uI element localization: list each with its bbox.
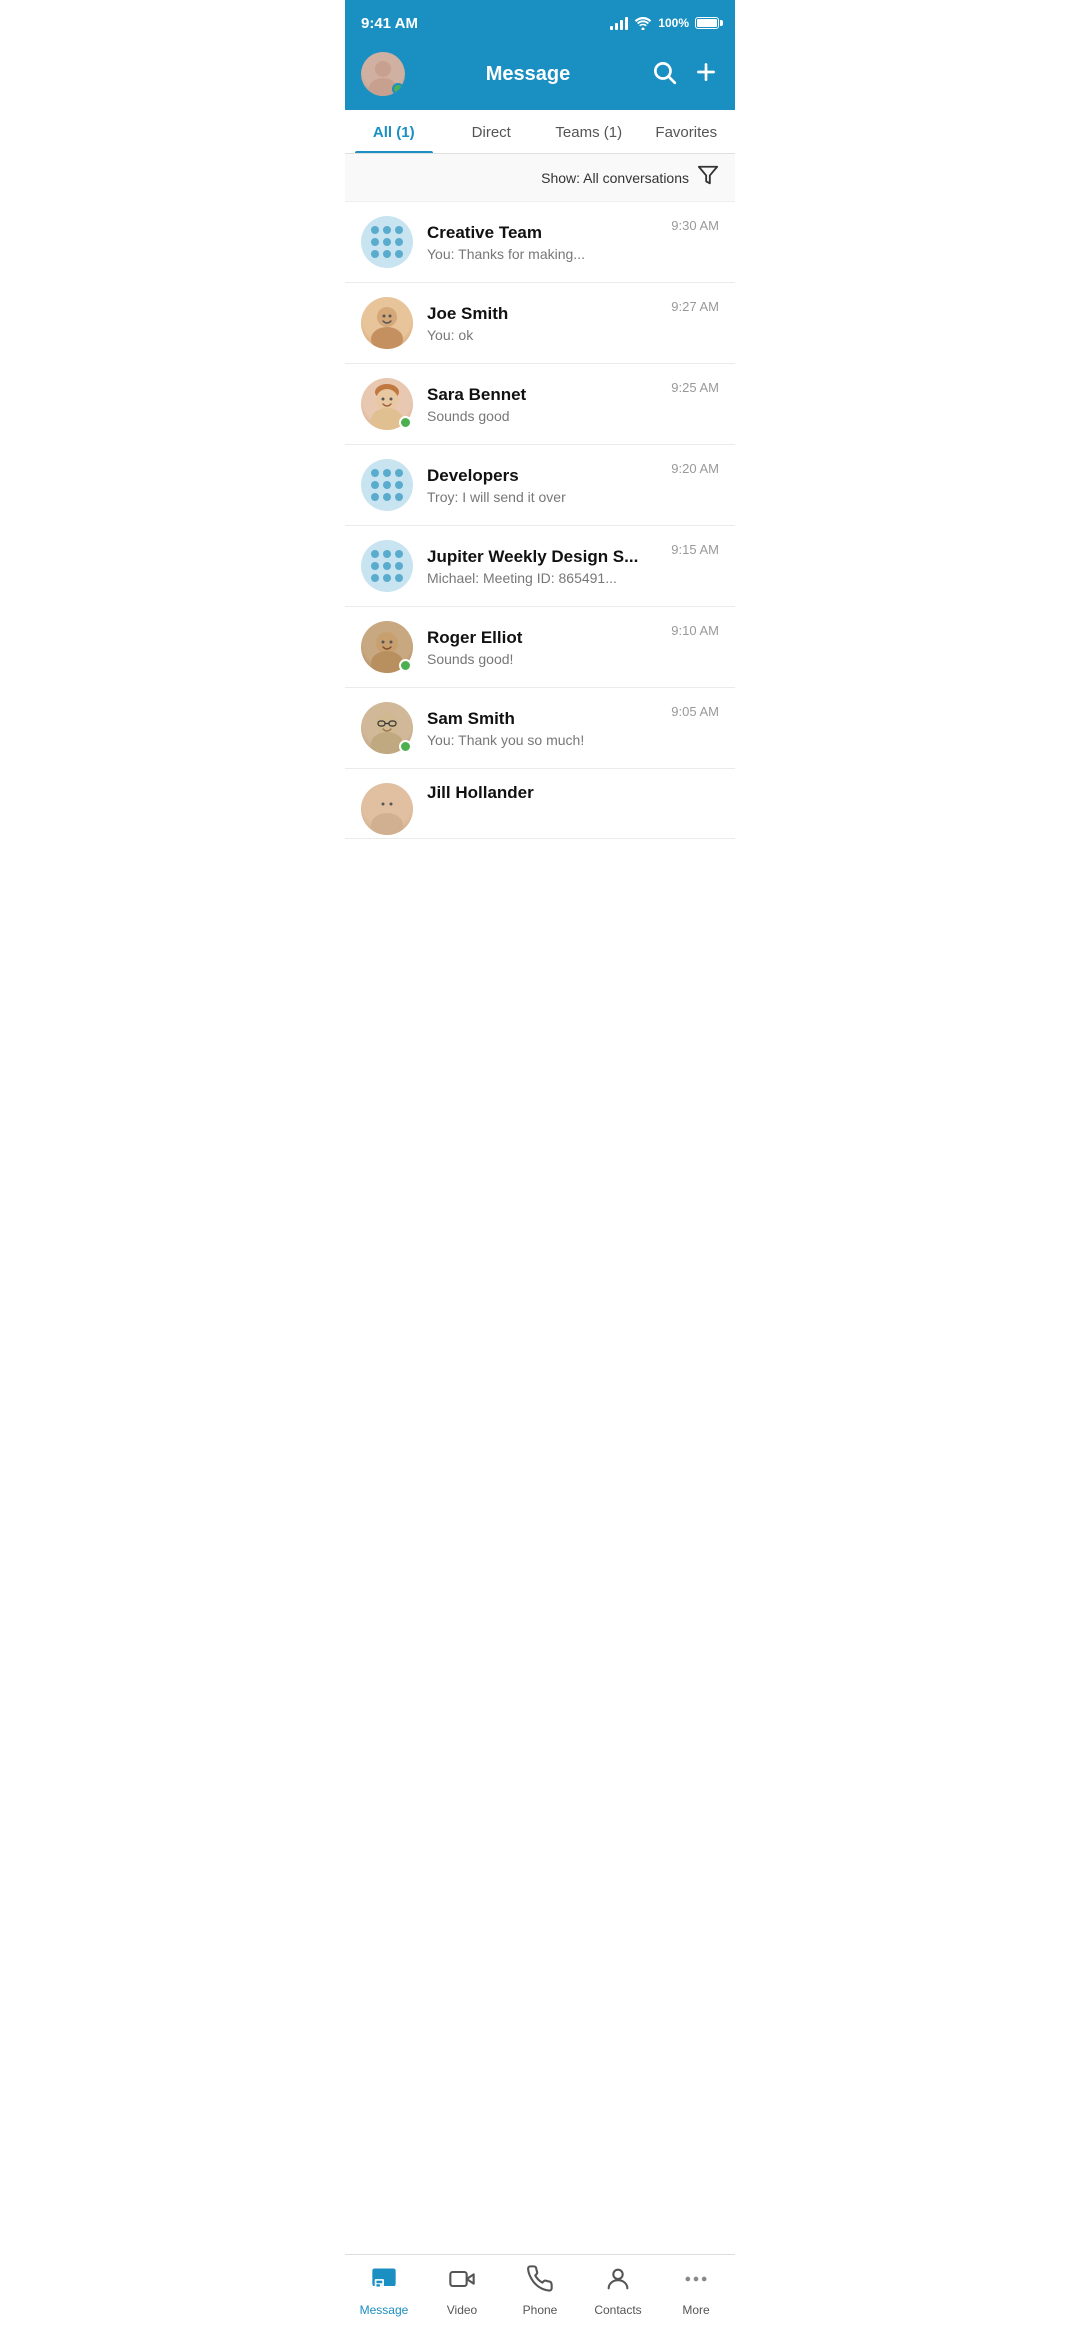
avatar-creative-team xyxy=(361,216,413,268)
user-online-indicator xyxy=(392,83,404,95)
conv-time: 9:15 AM xyxy=(671,540,719,557)
conv-info-jupiter-weekly: Jupiter Weekly Design S... Michael: Meet… xyxy=(427,547,657,586)
add-icon[interactable] xyxy=(693,59,719,89)
contacts-nav-icon xyxy=(604,2265,632,2298)
conversation-item[interactable]: Creative Team You: Thanks for making... … xyxy=(345,202,735,283)
phone-nav-icon xyxy=(526,2265,554,2298)
nav-message-label: Message xyxy=(360,2303,409,2317)
conversation-item[interactable]: Jupiter Weekly Design S... Michael: Meet… xyxy=(345,526,735,607)
nav-contacts[interactable]: Contacts xyxy=(579,2265,657,2317)
online-indicator xyxy=(399,740,412,753)
video-nav-icon xyxy=(448,2265,476,2298)
conversation-list: Creative Team You: Thanks for making... … xyxy=(345,202,735,929)
conversation-item[interactable]: Roger Elliot Sounds good! 9:10 AM xyxy=(345,607,735,688)
battery-percentage: 100% xyxy=(658,16,689,30)
header-actions xyxy=(651,59,719,89)
online-indicator xyxy=(399,659,412,672)
online-indicator xyxy=(399,416,412,429)
filter-label: Show: All conversations xyxy=(541,170,689,186)
tab-favorites[interactable]: Favorites xyxy=(638,110,736,153)
user-avatar[interactable] xyxy=(361,52,405,96)
nav-phone-label: Phone xyxy=(523,2303,558,2317)
page-title: Message xyxy=(417,63,639,86)
conv-info-joe-smith: Joe Smith You: ok xyxy=(427,304,657,343)
conv-info-jill-hollander: Jill Hollander xyxy=(427,783,719,806)
tab-all[interactable]: All (1) xyxy=(345,110,443,153)
conversation-item[interactable]: Joe Smith You: ok 9:27 AM xyxy=(345,283,735,364)
avatar-sam-smith xyxy=(361,702,413,754)
nav-more[interactable]: More xyxy=(657,2265,735,2317)
conv-time: 9:30 AM xyxy=(671,216,719,233)
status-icons: 100% xyxy=(610,16,719,30)
conv-info-developers: Developers Troy: I will send it over xyxy=(427,466,657,505)
wifi-icon xyxy=(634,16,652,30)
status-time: 9:41 AM xyxy=(361,15,418,32)
nav-contacts-label: Contacts xyxy=(594,2303,641,2317)
search-icon[interactable] xyxy=(651,59,677,89)
nav-video-label: Video xyxy=(447,2303,477,2317)
tab-bar: All (1) Direct Teams (1) Favorites xyxy=(345,110,735,154)
conversation-item[interactable]: Sam Smith You: Thank you so much! 9:05 A… xyxy=(345,688,735,769)
conv-info-sam-smith: Sam Smith You: Thank you so much! xyxy=(427,709,657,748)
nav-more-label: More xyxy=(682,2303,709,2317)
bottom-nav: Message Video Phone Contacts xyxy=(345,2254,735,2337)
signal-icon xyxy=(610,16,628,30)
conv-time: 9:20 AM xyxy=(671,459,719,476)
tab-teams[interactable]: Teams (1) xyxy=(540,110,638,153)
filter-bar: Show: All conversations xyxy=(345,154,735,202)
conv-time: 9:05 AM xyxy=(671,702,719,719)
conversation-item[interactable]: Jill Hollander xyxy=(345,769,735,839)
conv-time: 9:27 AM xyxy=(671,297,719,314)
more-nav-icon xyxy=(682,2265,710,2298)
conv-info-sara-bennet: Sara Bennet Sounds good xyxy=(427,385,657,424)
battery-icon xyxy=(695,17,719,29)
conv-time: 9:10 AM xyxy=(671,621,719,638)
conversation-item[interactable]: Sara Bennet Sounds good 9:25 AM xyxy=(345,364,735,445)
header: Message xyxy=(345,44,735,110)
avatar-jupiter-weekly xyxy=(361,540,413,592)
message-nav-icon xyxy=(370,2265,398,2298)
filter-icon[interactable] xyxy=(697,164,719,191)
nav-video[interactable]: Video xyxy=(423,2265,501,2317)
conversation-item[interactable]: Developers Troy: I will send it over 9:2… xyxy=(345,445,735,526)
nav-message[interactable]: Message xyxy=(345,2265,423,2317)
conv-info-creative-team: Creative Team You: Thanks for making... xyxy=(427,223,657,262)
avatar-jill-hollander xyxy=(361,783,413,835)
avatar-roger-elliot xyxy=(361,621,413,673)
avatar-sara-bennet xyxy=(361,378,413,430)
status-bar: 9:41 AM 100% xyxy=(345,0,735,44)
tab-direct[interactable]: Direct xyxy=(443,110,541,153)
conv-time: 9:25 AM xyxy=(671,378,719,395)
conv-info-roger-elliot: Roger Elliot Sounds good! xyxy=(427,628,657,667)
nav-phone[interactable]: Phone xyxy=(501,2265,579,2317)
avatar-joe-smith xyxy=(361,297,413,349)
avatar-developers xyxy=(361,459,413,511)
